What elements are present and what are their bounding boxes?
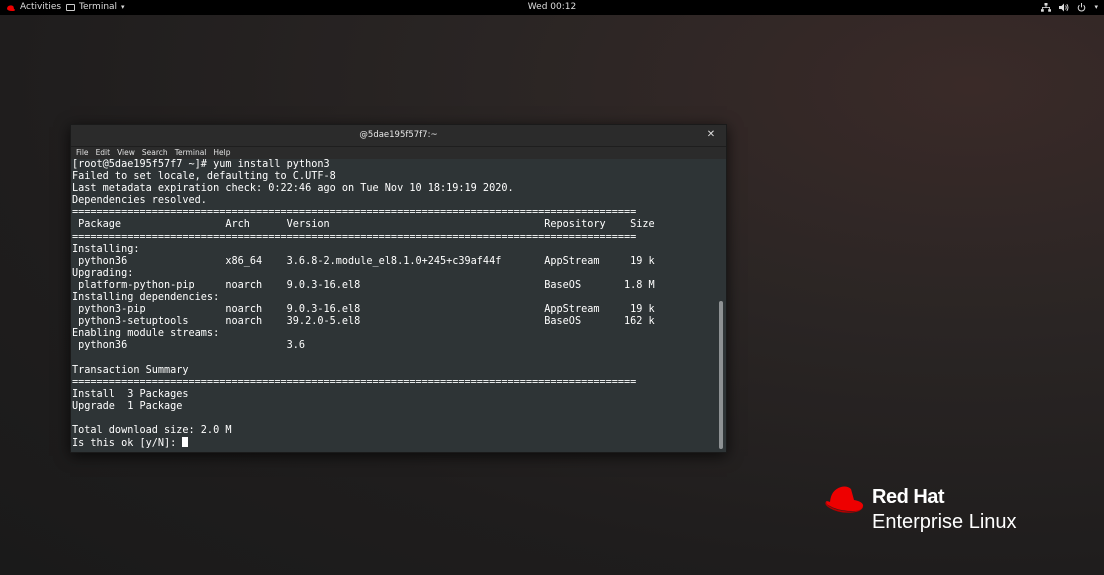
chevron-down-icon: ▾ [1094,3,1098,11]
activities-label: Activities [20,2,62,12]
menu-bar: File Edit View Search Terminal Help [71,147,726,159]
terminal-icon [66,4,75,11]
terminal-line: Package Arch Version Repository Size [72,219,655,231]
terminal-line [71,353,716,365]
terminal-line: ========================================… [72,207,637,219]
terminal-line: python36 3.6 [72,340,306,352]
window-titlebar[interactable]: @5dae195f57f7:~ ✕ [71,125,726,147]
network-icon [1041,3,1052,12]
terminal-line: python36 x86_64 3.6.8-2.module_el8.1.0+2… [72,255,655,267]
terminal-line: python3-setuptools noarch 39.2.0-5.el8 B… [72,316,655,328]
terminal-line: ========================================… [72,376,637,388]
menu-view[interactable]: View [117,147,135,159]
redhat-icon [7,4,15,11]
terminal-line: Upgrade 1 Package [72,400,183,412]
redhat-branding: Red Hat Enterprise Linux [822,484,1052,540]
menu-search[interactable]: Search [142,147,168,159]
scrollbar-thumb[interactable] [719,301,723,449]
prompt-text: Is this ok [y/N]: [72,438,183,450]
clock-label[interactable]: Wed 00:12 [528,0,576,15]
scrollbar[interactable] [716,159,726,452]
brand-product: Enterprise Linux [872,511,1017,533]
terminal-line: [root@5dae195f57f7 ~]# yum install pytho… [72,159,330,170]
terminal-line: Transaction Summary [72,364,189,376]
terminal-line: python3-pip noarch 9.0.3-16.el8 AppStrea… [72,304,655,316]
text-cursor [182,437,189,448]
terminal-line [71,413,716,425]
app-menu-label: Terminal [79,2,118,12]
terminal-line: Installing dependencies: [72,292,220,304]
terminal-line: Dependencies resolved. [72,195,207,207]
power-icon [1078,3,1086,12]
terminal-line: Upgrading: [72,267,134,279]
terminal-prompt-line[interactable]: Is this ok [y/N]: [71,437,716,450]
menu-help[interactable]: Help [213,147,230,159]
terminal-line: Enabling module streams: [72,328,220,340]
menu-file[interactable]: File [76,147,89,159]
app-menu-terminal[interactable]: Terminal ▾ [66,0,125,15]
close-icon[interactable]: ✕ [705,129,717,141]
terminal-line: platform-python-pip noarch 9.0.3-16.el8 … [72,279,655,291]
menu-terminal[interactable]: Terminal [175,147,207,159]
terminal-line: Install 3 Packages [72,388,189,400]
terminal-line: ========================================… [72,231,637,243]
redhat-logo-icon [825,486,864,513]
activities-button[interactable]: Activities [6,0,61,15]
terminal-line: Failed to set locale, defaulting to C.UT… [72,171,336,183]
terminal-line: Last metadata expiration check: 0:22:46 … [72,183,514,195]
brand-company: Red Hat [872,486,945,508]
volume-icon [1059,3,1069,12]
caret-down-icon: ▾ [121,3,125,11]
terminal-window[interactable]: @5dae195f57f7:~ ✕ File Edit View Search … [70,124,727,453]
clock[interactable]: Wed 00:12 [0,0,1104,15]
top-bar: Wed 00:12 Activities Terminal ▾ ▾ [0,0,1104,15]
terminal-line: Installing: [72,243,140,255]
terminal-output[interactable]: [root@5dae195f57f7 ~]# yum install pytho… [71,159,716,452]
status-area[interactable]: ▾ [1041,0,1098,15]
window-title: @5dae195f57f7:~ [359,130,438,140]
terminal-line: Total download size: 2.0 M [72,425,232,437]
menu-edit[interactable]: Edit [96,147,111,159]
